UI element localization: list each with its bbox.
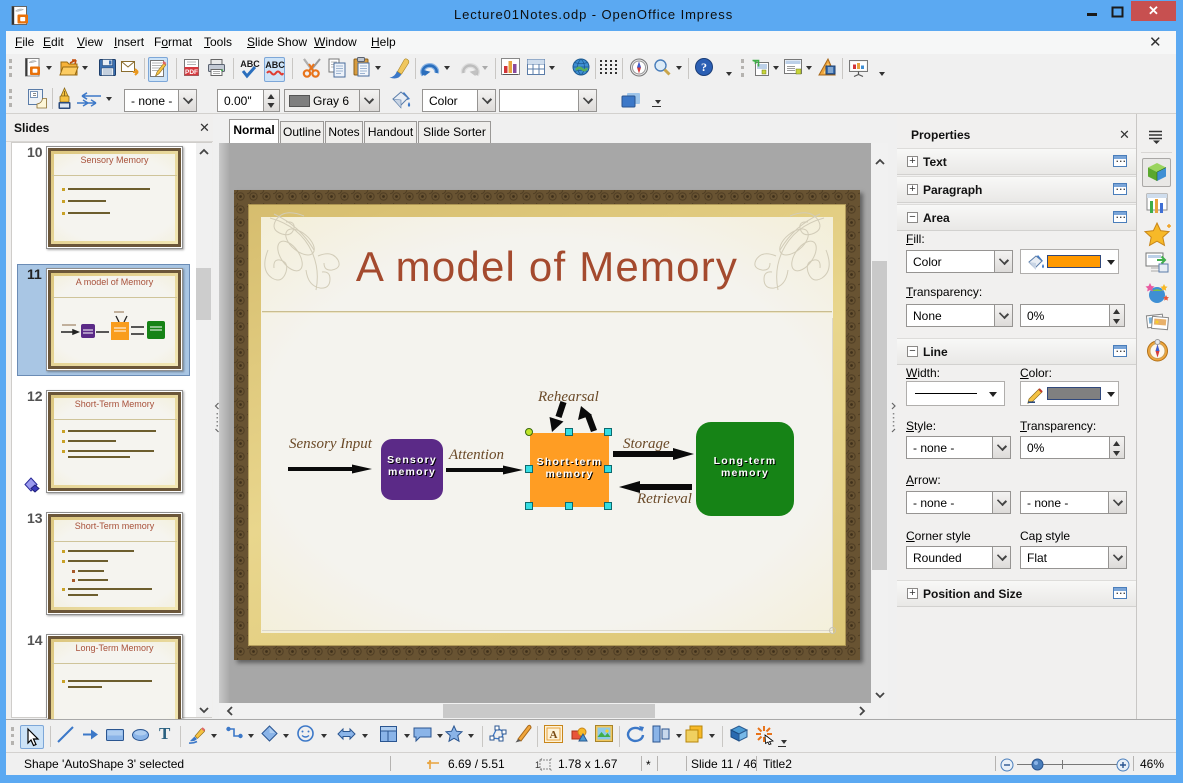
- svg-text:1: 1: [535, 760, 540, 770]
- svg-text:A: A: [550, 729, 558, 741]
- svg-text:ABC: ABC: [240, 59, 260, 69]
- svg-text:ABC: ABC: [265, 60, 285, 70]
- svg-text:PDF: PDF: [185, 69, 198, 76]
- svg-text:?: ?: [701, 60, 707, 74]
